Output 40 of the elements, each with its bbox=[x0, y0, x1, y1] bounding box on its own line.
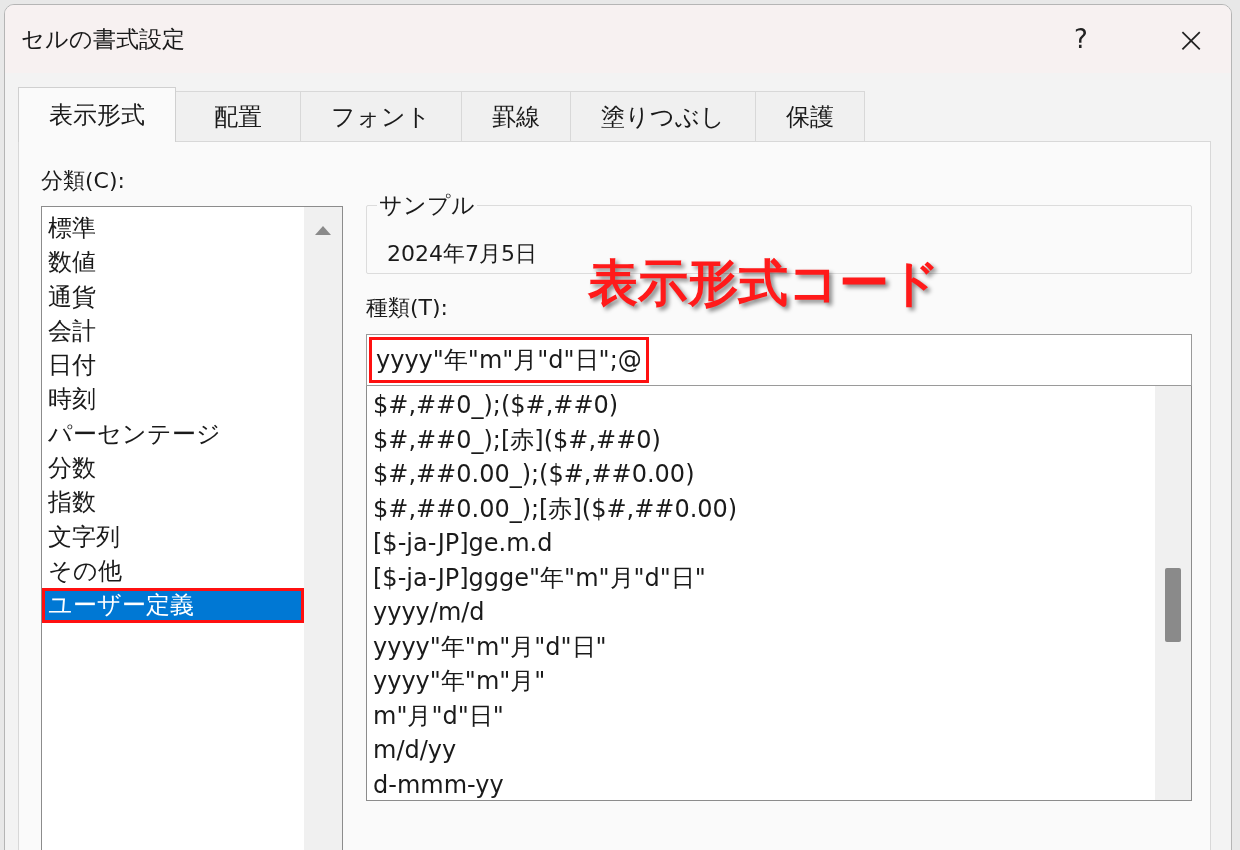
format-item[interactable]: yyyy/m/d bbox=[373, 595, 1155, 630]
category-item[interactable]: 指数 bbox=[42, 485, 304, 520]
category-item[interactable]: 文字列 bbox=[42, 519, 304, 554]
help-button[interactable]: ? bbox=[1051, 23, 1111, 55]
format-item[interactable]: [$-ja-JP]ggge"年"m"月"d"日" bbox=[373, 560, 1155, 595]
category-item[interactable]: パーセンテージ bbox=[42, 416, 304, 452]
sample-value: 2024年7月5日 bbox=[387, 240, 538, 268]
scrollbar[interactable] bbox=[1155, 386, 1191, 800]
category-item[interactable]: 標準 bbox=[42, 211, 304, 246]
category-item[interactable]: その他 bbox=[42, 553, 304, 589]
category-label: 分類(C): bbox=[41, 167, 126, 195]
format-code-value: yyyy"年"m"月"d"日";@ bbox=[369, 337, 649, 383]
format-item[interactable]: yyyy"年"m"月" bbox=[373, 664, 1155, 699]
format-item[interactable]: $#,##0.00_);[赤]($#,##0.00) bbox=[373, 491, 1155, 526]
sample-label: サンプル bbox=[378, 191, 476, 220]
format-item[interactable]: $#,##0.00_);($#,##0.00) bbox=[373, 457, 1155, 492]
format-item[interactable]: yyyy"年"m"月"d"日" bbox=[373, 629, 1155, 664]
format-item[interactable]: [$-ja-JP]ge.m.d bbox=[373, 526, 1155, 561]
category-item[interactable]: 時刻 bbox=[42, 382, 304, 417]
window-title: セルの書式設定 bbox=[21, 24, 186, 54]
format-item[interactable]: d-mmm-yy bbox=[373, 767, 1155, 802]
category-item[interactable]: 数値 bbox=[42, 245, 304, 280]
tab[interactable]: 保護 bbox=[755, 91, 865, 141]
format-item[interactable]: $#,##0_);[赤]($#,##0) bbox=[373, 422, 1155, 457]
scroll-up-icon[interactable] bbox=[314, 224, 332, 236]
tab[interactable]: 表示形式 bbox=[18, 87, 176, 142]
category-item[interactable]: 通貨 bbox=[42, 279, 304, 314]
format-item[interactable]: $#,##0_);($#,##0) bbox=[373, 388, 1155, 423]
scrollbar[interactable] bbox=[304, 207, 342, 850]
category-item[interactable]: 会計 bbox=[42, 313, 304, 349]
format-item[interactable]: m/d/yy bbox=[373, 733, 1155, 768]
format-code-field[interactable]: yyyy"年"m"月"d"日";@ bbox=[366, 334, 1192, 386]
format-item[interactable]: m"月"d"日" bbox=[373, 698, 1155, 733]
category-item[interactable]: ユーザー定義 bbox=[42, 588, 304, 623]
category-item[interactable]: 日付 bbox=[42, 348, 304, 383]
close-button[interactable]: × bbox=[1151, 17, 1231, 61]
category-item[interactable]: 分数 bbox=[42, 451, 304, 486]
scroll-thumb[interactable] bbox=[1165, 568, 1181, 642]
annotation-text: 表示形式コード bbox=[588, 253, 940, 314]
type-label: 種類(T): bbox=[366, 294, 449, 322]
